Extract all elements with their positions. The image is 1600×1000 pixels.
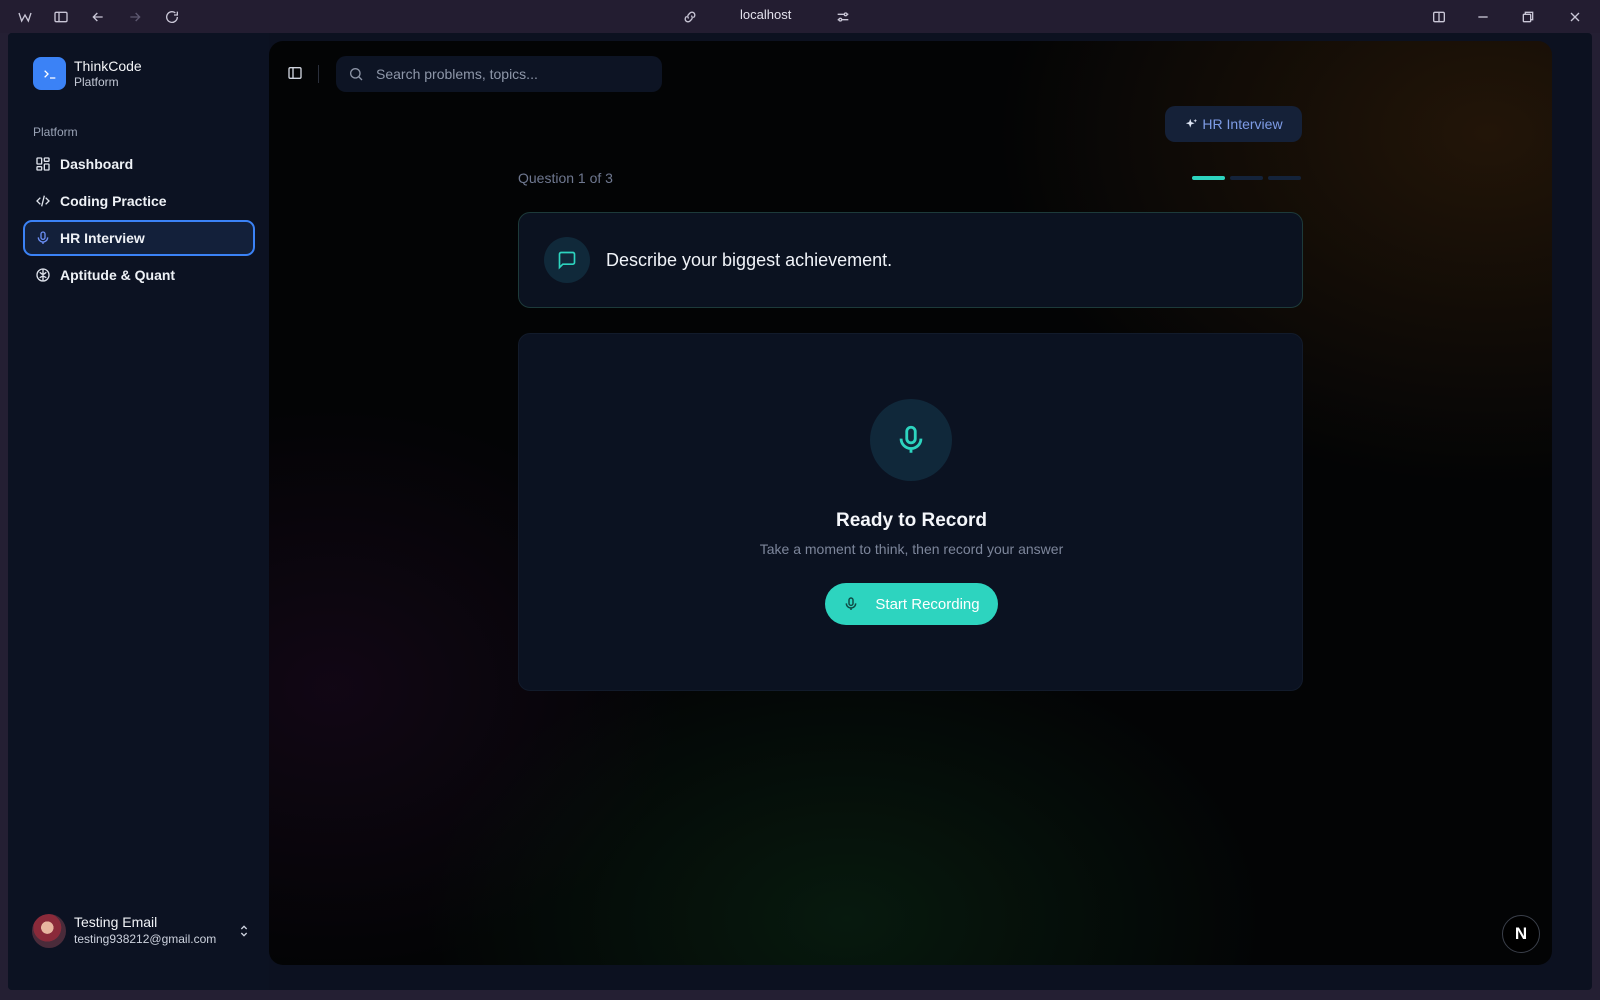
avatar xyxy=(32,914,66,948)
mode-badge-label: HR Interview xyxy=(1202,116,1283,132)
progress-segment xyxy=(1192,176,1225,180)
minimize-icon[interactable] xyxy=(1474,8,1492,26)
brain-icon xyxy=(35,267,51,283)
user-email: testing938212@gmail.com xyxy=(74,932,217,946)
start-recording-label: Start Recording xyxy=(875,595,980,613)
browser-toolbar: localhost xyxy=(0,0,1600,33)
user-menu[interactable]: Testing Email testing938212@gmail.com xyxy=(32,911,252,951)
brand-name: ThinkCode xyxy=(74,57,142,74)
sidebar: ThinkCode Platform Platform Dashboard Co… xyxy=(8,33,269,990)
progress-segment xyxy=(1268,176,1301,180)
sidebar-item-label: Dashboard xyxy=(60,156,134,172)
recording-subtitle: Take a moment to think, then record your… xyxy=(759,541,1064,557)
sidebar-item-label: HR Interview xyxy=(60,230,145,246)
brand-subtitle: Platform xyxy=(74,74,119,89)
search-input[interactable] xyxy=(376,66,636,82)
mic-icon xyxy=(843,596,859,612)
panel-toggle-icon[interactable] xyxy=(287,65,305,83)
question-card: Describe your biggest achievement. xyxy=(518,212,1303,308)
reload-icon[interactable] xyxy=(163,8,181,26)
question-counter: Question 1 of 3 xyxy=(518,170,613,186)
search-bar[interactable] xyxy=(336,56,662,92)
close-icon[interactable] xyxy=(1566,8,1584,26)
site-settings-icon[interactable] xyxy=(834,8,852,26)
sidebar-item-hr-interview[interactable]: HR Interview xyxy=(23,220,255,256)
sidebar-item-dashboard[interactable]: Dashboard xyxy=(23,146,255,182)
url-text[interactable]: localhost xyxy=(740,7,791,22)
divider xyxy=(318,65,319,83)
brand[interactable]: ThinkCode Platform xyxy=(33,57,142,90)
start-recording-button[interactable]: Start Recording xyxy=(825,583,998,625)
microphone-icon xyxy=(870,399,952,481)
restore-icon[interactable] xyxy=(1519,8,1537,26)
app-window: ThinkCode Platform Platform Dashboard Co… xyxy=(8,33,1592,990)
question-text: Describe your biggest achievement. xyxy=(606,249,893,270)
mode-badge: HR Interview xyxy=(1165,106,1302,142)
link-icon[interactable] xyxy=(681,8,699,26)
browser-logo-icon[interactable] xyxy=(16,8,34,26)
code-icon xyxy=(35,193,51,209)
progress-segment xyxy=(1230,176,1263,180)
split-view-icon[interactable] xyxy=(1430,8,1448,26)
forward-icon[interactable] xyxy=(126,8,144,26)
sidebar-item-label: Coding Practice xyxy=(60,193,167,209)
recording-title: Ready to Record xyxy=(836,510,987,531)
sidebar-item-coding-practice[interactable]: Coding Practice xyxy=(23,183,255,219)
nextjs-dev-badge[interactable]: N xyxy=(1502,915,1540,953)
recording-card: Ready to Record Take a moment to think, … xyxy=(518,333,1303,691)
section-label: Platform xyxy=(33,125,78,139)
main-content: HR Interview Question 1 of 3 Describe yo… xyxy=(269,41,1552,965)
terminal-icon xyxy=(33,57,66,90)
question-progress xyxy=(1192,176,1301,180)
user-name: Testing Email xyxy=(74,914,158,930)
search-icon xyxy=(350,68,363,81)
sidebar-toggle-icon[interactable] xyxy=(52,8,70,26)
message-square-icon xyxy=(544,237,590,283)
back-icon[interactable] xyxy=(89,8,107,26)
chevron-up-down-icon[interactable] xyxy=(236,923,252,939)
sidebar-item-aptitude-quant[interactable]: Aptitude & Quant xyxy=(23,257,255,293)
dashboard-icon xyxy=(35,156,51,172)
sparkles-icon xyxy=(1184,117,1199,132)
sidebar-nav: Dashboard Coding Practice HR Interview A… xyxy=(23,146,255,294)
mic-icon xyxy=(35,230,51,246)
sidebar-item-label: Aptitude & Quant xyxy=(60,267,176,283)
